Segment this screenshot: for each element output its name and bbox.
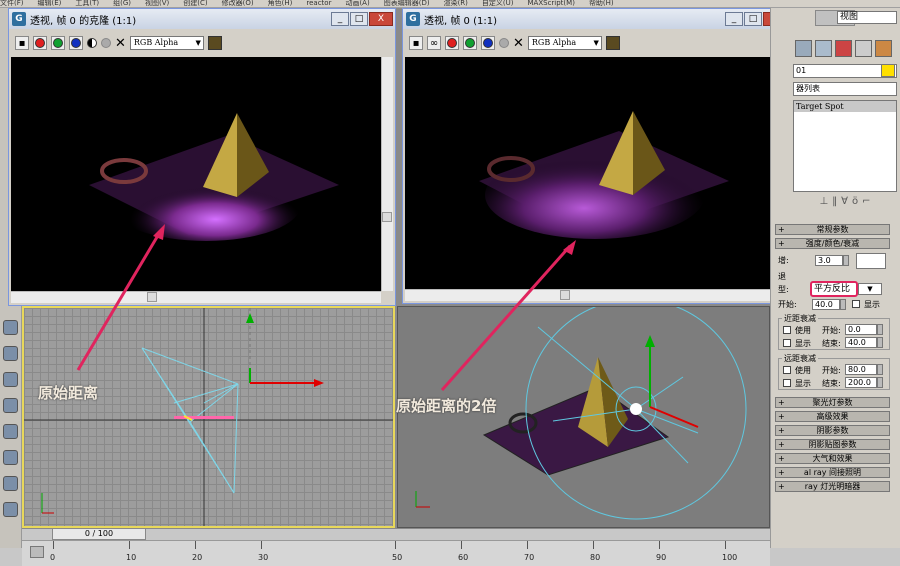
- rollout-atmosphere[interactable]: 大气和效果: [775, 453, 890, 464]
- far-use-checkbox[interactable]: [783, 366, 791, 374]
- near-end-spinner[interactable]: [877, 337, 883, 348]
- far-end-spinner[interactable]: [877, 377, 883, 388]
- view-dropdown[interactable]: 视图: [837, 11, 897, 24]
- far-end-label: 结束:: [822, 379, 841, 388]
- timeline-tick: [659, 541, 660, 549]
- far-show-label: 显示: [795, 379, 811, 388]
- far-atten-title: 远距衰减: [782, 353, 818, 364]
- timeline-tick-label: 20: [192, 553, 203, 562]
- near-start-label: 开始:: [822, 326, 841, 335]
- rollout-mr-indirect[interactable]: al ray 间接照明: [775, 467, 890, 478]
- rollout-mr-shader[interactable]: ray 灯光明暗器: [775, 481, 890, 492]
- display-tab-icon[interactable]: [855, 40, 872, 57]
- pin-icon[interactable]: ⊥: [819, 196, 828, 207]
- near-end-field[interactable]: 40.0: [845, 337, 877, 348]
- hierarchy-tab-icon[interactable]: [815, 40, 832, 57]
- timeline-tick: [261, 541, 262, 549]
- timeline-tick: [725, 541, 726, 549]
- timeline-tick-label: 90: [656, 553, 667, 562]
- panel-tabs: [795, 40, 899, 58]
- rollout-shadow[interactable]: 阴影参数: [775, 425, 890, 436]
- modify-tab-icon[interactable]: [795, 40, 812, 57]
- far-start-field[interactable]: 80.0: [845, 364, 877, 375]
- frame-ruler: 0 10 20 30 50 60 70 80 90 100: [22, 540, 770, 566]
- far-start-label: 开始:: [822, 366, 841, 375]
- stack-item[interactable]: Target Spot: [794, 101, 896, 112]
- near-start-field[interactable]: 0.0: [845, 324, 877, 335]
- motion-tab-icon[interactable]: [835, 40, 852, 57]
- timeline-tick-label: 70: [524, 553, 535, 562]
- timeline-tick-label: 10: [126, 553, 137, 562]
- decay-show-label: 显示: [864, 300, 880, 309]
- decay-start-field[interactable]: 40.0: [812, 299, 840, 310]
- near-atten-title: 近距衰减: [782, 313, 818, 324]
- decay-start-spinner[interactable]: [840, 299, 846, 310]
- rollout-intensity[interactable]: 强度/颜色/衰减: [775, 238, 890, 249]
- near-use-checkbox[interactable]: [783, 326, 791, 334]
- near-end-label: 结束:: [822, 339, 841, 348]
- far-start-spinner[interactable]: [877, 364, 883, 375]
- multiplier-field[interactable]: 3.0: [815, 255, 843, 266]
- modifier-stack: Target Spot: [793, 100, 897, 192]
- multiplier-spinner[interactable]: [843, 255, 849, 266]
- timeline-tick-label: 100: [722, 553, 738, 562]
- time-slider[interactable]: 0 / 100: [52, 528, 146, 540]
- far-use-label: 使用: [795, 366, 811, 375]
- timeline-tick: [129, 541, 130, 549]
- near-use-label: 使用: [795, 326, 811, 335]
- far-end-field[interactable]: 200.0: [845, 377, 877, 388]
- timeline-tick-label: 0: [50, 553, 56, 562]
- far-show-checkbox[interactable]: [783, 379, 791, 387]
- timeline-tick-label: 60: [458, 553, 469, 562]
- configure-icon[interactable]: ⌐: [862, 196, 870, 207]
- near-start-spinner[interactable]: [877, 324, 883, 335]
- rollout-shadow-map[interactable]: 阴影贴图参数: [775, 439, 890, 450]
- light-color-swatch[interactable]: [856, 253, 886, 269]
- timeline-tick-label: 50: [392, 553, 403, 562]
- near-show-label: 显示: [795, 339, 811, 348]
- utilities-tab-icon[interactable]: [875, 40, 892, 57]
- decay-group-label: 退: [778, 272, 786, 281]
- object-color-swatch[interactable]: [881, 64, 895, 77]
- decay-type-chevron-icon[interactable]: ▼: [858, 283, 882, 295]
- rollout-advanced[interactable]: 高级效果: [775, 411, 890, 422]
- multiplier-label: 增:: [778, 256, 789, 265]
- timeline-tick-label: 30: [258, 553, 269, 562]
- stack-tools: ⊥ ‖ ∀ ö ⌐: [793, 194, 897, 208]
- track-bar-icon[interactable]: [30, 546, 44, 558]
- unique-icon[interactable]: ∀: [841, 196, 848, 207]
- decay-type-dropdown[interactable]: 平方反比: [810, 281, 858, 297]
- remove-icon[interactable]: ö: [852, 196, 858, 207]
- near-show-checkbox[interactable]: [783, 339, 791, 347]
- timeline-tick: [461, 541, 462, 549]
- rollout-general[interactable]: 常规参数: [775, 224, 890, 235]
- timeline-tick: [195, 541, 196, 549]
- timeline-tick: [593, 541, 594, 549]
- annotation-arrows: [76, 147, 900, 391]
- timeline-tick: [53, 541, 54, 549]
- timeline-tick-label: 80: [590, 553, 601, 562]
- decay-type-label: 型:: [778, 285, 789, 294]
- decay-show-checkbox[interactable]: [852, 300, 860, 308]
- decay-start-label: 开始:: [778, 300, 797, 309]
- show-end-icon[interactable]: ‖: [832, 196, 837, 207]
- timeline-tick: [395, 541, 396, 549]
- timeline-tick: [527, 541, 528, 549]
- rollout-spotlight[interactable]: 聚光灯参数: [775, 397, 890, 408]
- modifier-list-dropdown[interactable]: 器列表: [793, 82, 897, 96]
